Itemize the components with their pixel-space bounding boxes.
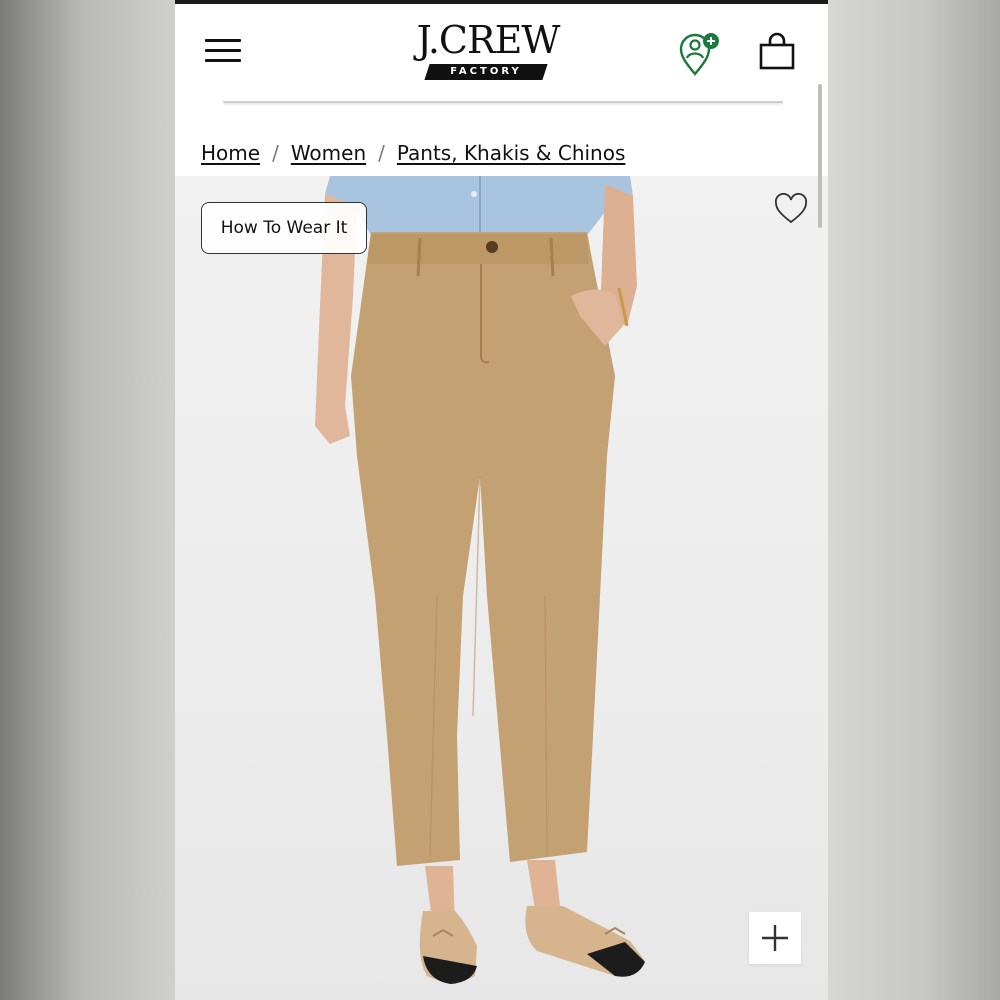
khaki-pants [351,232,615,866]
waistband [367,234,589,264]
zoom-button[interactable] [749,912,801,964]
shirt-button [471,191,477,197]
plus-icon [762,925,788,951]
breadcrumb-pants-khakis-chinos[interactable]: Pants, Khakis & Chinos [397,141,626,165]
shopping-bag-icon[interactable] [757,32,797,72]
breadcrumb-separator: / [272,141,279,165]
heart-icon[interactable] [773,192,809,226]
scrollbar[interactable] [818,84,822,228]
header-divider [223,101,783,103]
waist-button [486,241,498,253]
logo-wordmark: J.CREW [416,18,561,62]
status-edge [175,0,828,4]
product-photo-illustration [315,176,645,984]
brand-logo[interactable]: J.CREW FACTORY [403,18,573,88]
how-to-wear-it-button[interactable]: How To Wear It [201,202,367,254]
breadcrumb-women[interactable]: Women [291,141,366,165]
breadcrumb-separator: / [378,141,385,165]
phone-screen: J.CREW FACTORY Home / Women / Pants, Kha… [175,0,828,1000]
breadcrumb: Home / Women / Pants, Khakis & Chinos [201,138,625,168]
breadcrumb-home[interactable]: Home [201,141,260,165]
hamburger-menu-icon[interactable] [201,34,245,66]
background-right [828,0,1000,1000]
logo-subtext: FACTORY [450,66,522,77]
product-image[interactable] [175,176,828,1000]
background-left [0,0,175,1000]
store-location-icon[interactable] [675,30,725,80]
